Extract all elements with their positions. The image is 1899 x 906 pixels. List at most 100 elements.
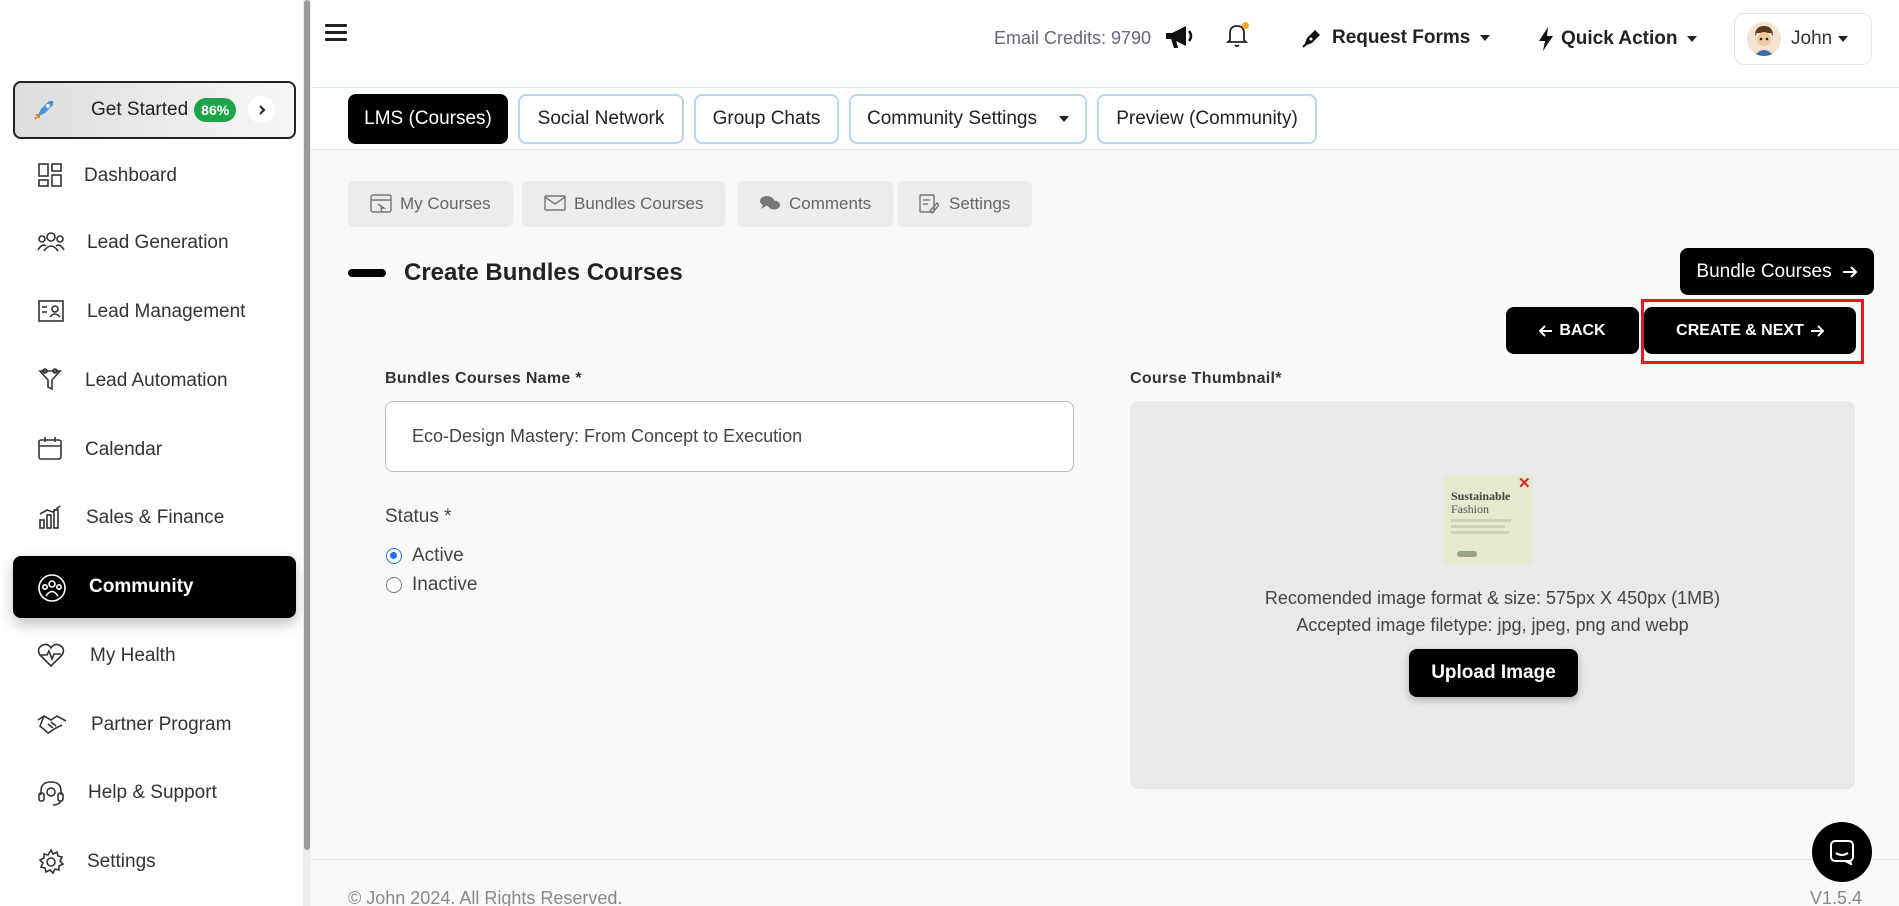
pen-icon <box>1300 26 1324 50</box>
back-button[interactable]: BACK <box>1506 307 1639 354</box>
sidebar-item-settings[interactable]: Settings <box>13 831 296 893</box>
users-group-icon <box>37 229 65 257</box>
request-forms-label: Request Forms <box>1332 27 1471 48</box>
upload-image-button[interactable]: Upload Image <box>1409 649 1578 697</box>
user-name: John <box>1791 28 1833 49</box>
comments-icon <box>759 194 781 214</box>
caret-down-icon <box>1059 116 1069 122</box>
sidebar-item-label: My Health <box>90 645 176 666</box>
hamburger-menu-icon[interactable] <box>325 24 347 44</box>
gear-icon <box>37 848 65 876</box>
tab-lms-courses[interactable]: LMS (Courses) <box>348 94 508 144</box>
sidebar-item-lead-management[interactable]: Lead Management <box>13 281 296 343</box>
chevron-right-icon[interactable] <box>248 96 275 123</box>
arrow-left-icon <box>1539 324 1553 337</box>
sidebar-item-my-health[interactable]: My Health <box>13 625 296 687</box>
subtab-comments[interactable]: Comments <box>737 181 894 227</box>
bar-chart-icon <box>37 504 65 532</box>
sidebar-item-label: Calendar <box>85 439 163 460</box>
sidebar-item-community[interactable]: Community <box>13 556 296 618</box>
lightning-icon <box>1537 26 1555 52</box>
avatar <box>1747 22 1781 56</box>
radio-unchecked[interactable] <box>386 577 402 593</box>
quick-action-menu[interactable]: Quick Action <box>1537 26 1698 52</box>
notification-dot <box>1242 22 1249 29</box>
radio-checked[interactable] <box>386 548 402 564</box>
caret-down-icon <box>1687 36 1698 42</box>
user-menu[interactable]: John <box>1734 13 1872 65</box>
sidebar-item-lead-generation[interactable]: Lead Generation <box>13 212 296 274</box>
calendar-icon <box>37 436 65 464</box>
status-label: Status * <box>385 506 452 527</box>
sidebar-item-sales-finance[interactable]: Sales & Finance <box>13 487 296 549</box>
sidebar-item-dashboard[interactable]: Dashboard <box>13 145 296 207</box>
bundle-name-input[interactable] <box>385 401 1074 472</box>
upload-label: Upload Image <box>1431 662 1556 683</box>
headset-icon <box>37 779 65 807</box>
caret-down-icon <box>1838 36 1849 42</box>
sidebar-item-label: Lead Automation <box>85 370 228 391</box>
subtab-settings[interactable]: Settings <box>897 181 1033 227</box>
envelope-icon <box>544 194 566 214</box>
rocket-icon <box>31 97 57 123</box>
notification-bell-icon[interactable] <box>1225 22 1251 50</box>
sidebar-scrollbar[interactable] <box>303 0 311 906</box>
bundle-courses-label: Bundle Courses <box>1696 260 1832 282</box>
request-forms-menu[interactable]: Request Forms <box>1300 26 1491 50</box>
tab-social-network[interactable]: Social Network <box>518 94 684 144</box>
funnel-icon <box>37 367 65 395</box>
sidebar-item-label: Dashboard <box>84 165 177 186</box>
sidebar-item-label: Lead Generation <box>87 232 229 253</box>
subtab-label: Bundles Courses <box>574 194 704 213</box>
subtab-label: My Courses <box>400 194 491 213</box>
sidebar-item-lead-automation[interactable]: Lead Automation <box>13 350 296 412</box>
top-bar: Email Credits: 9790 Request Forms Quick … <box>311 0 1899 88</box>
sidebar-item-help-support[interactable]: Help & Support <box>13 762 296 824</box>
sidebar-item-calendar[interactable]: Calendar <box>13 419 296 481</box>
format-note: Recomended image format & size: 575px X … <box>1264 588 1721 608</box>
status-active-radio[interactable]: Active <box>386 545 464 567</box>
version-text: V1.5.4 <box>1810 888 1863 906</box>
sidebar-item-partner-program[interactable]: Partner Program <box>13 694 296 756</box>
radio-label: Inactive <box>412 574 478 595</box>
thumbnail-dropzone[interactable]: Sustainable Fashion ✕ Recomended image f… <box>1130 401 1855 789</box>
copyright-text: © John 2024. All Rights Reserved. <box>348 888 623 906</box>
page-title: Create Bundles Courses <box>404 259 683 286</box>
chat-icon <box>1829 839 1855 865</box>
scrollbar-thumb[interactable] <box>304 0 310 850</box>
sidebar-item-label: Community <box>89 576 194 597</box>
dashboard-icon <box>37 162 65 190</box>
status-inactive-radio[interactable]: Inactive <box>386 574 477 596</box>
sidebar-item-label: Lead Management <box>87 301 246 322</box>
subtab-bundles-courses[interactable]: Bundles Courses <box>522 181 726 227</box>
contact-card-icon <box>37 298 65 326</box>
megaphone-icon[interactable] <box>1164 23 1194 53</box>
progress-badge: 86% <box>194 98 237 122</box>
sidebar-item-label: Sales & Finance <box>86 507 225 528</box>
thumb-subtitle: Fashion <box>1451 502 1490 516</box>
get-started-button[interactable]: Get Started 86% <box>13 81 296 139</box>
email-credits: Email Credits: 9790 <box>994 28 1152 48</box>
edit-settings-icon <box>919 194 941 215</box>
heartbeat-icon <box>37 642 65 670</box>
chat-launcher-button[interactable] <box>1812 822 1872 882</box>
thumbnail-label: Course Thumbnail* <box>1130 370 1282 387</box>
tab-label: Community Settings <box>866 108 1037 129</box>
remove-image-icon[interactable]: ✕ <box>1518 474 1531 492</box>
tab-group-chats[interactable]: Group Chats <box>694 94 839 144</box>
sidebar: Get Started 86% Dashboard Lead Generatio… <box>0 0 303 906</box>
tab-label: LMS (Courses) <box>364 108 492 129</box>
caret-down-icon <box>1480 35 1491 41</box>
tab-preview-community[interactable]: Preview (Community) <box>1097 94 1317 144</box>
subtab-my-courses[interactable]: My Courses <box>348 181 513 227</box>
filetype-note: Accepted image filetype: jpg, jpeg, png … <box>1296 615 1689 635</box>
tab-label: Social Network <box>537 108 665 129</box>
tab-community-settings[interactable]: Community Settings <box>849 94 1087 144</box>
sidebar-item-label: Partner Program <box>91 714 232 735</box>
back-label: BACK <box>1559 321 1606 339</box>
handshake-icon <box>37 711 67 739</box>
bundle-name-label: Bundles Courses Name * <box>385 370 582 387</box>
bundle-courses-button[interactable]: Bundle Courses <box>1680 248 1874 295</box>
main-tabs: LMS (Courses) Social Network Group Chats… <box>311 88 1899 150</box>
radio-label: Active <box>412 545 464 566</box>
